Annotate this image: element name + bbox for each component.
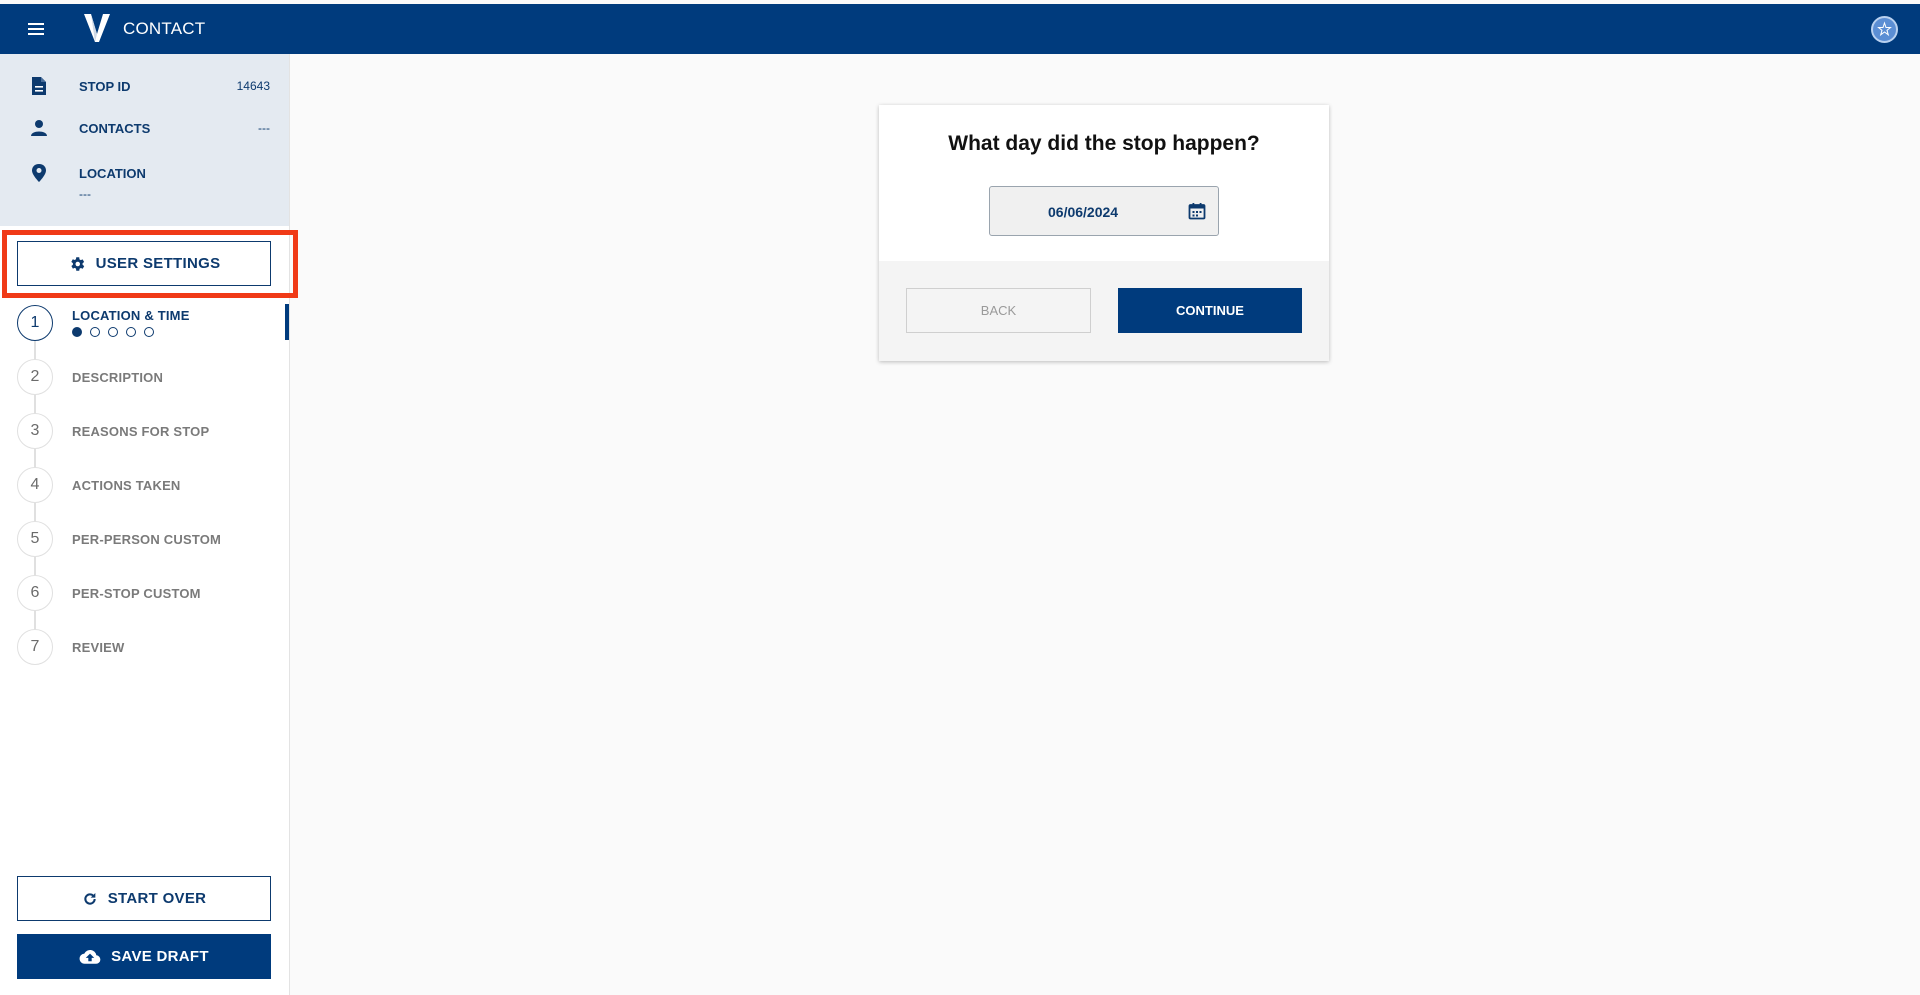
step-label: ACTIONS TAKEN bbox=[72, 478, 181, 493]
highlight-box bbox=[2, 230, 298, 298]
save-draft-label: SAVE DRAFT bbox=[111, 948, 209, 965]
substep-dot bbox=[144, 327, 154, 337]
substep-dot bbox=[90, 327, 100, 337]
location-pin-icon bbox=[32, 164, 46, 182]
location-label: LOCATION bbox=[79, 166, 146, 181]
location-value: --- bbox=[79, 187, 91, 201]
step-number: 1 bbox=[17, 305, 53, 341]
date-value: 06/06/2024 bbox=[1048, 204, 1119, 220]
step-label: REASONS FOR STOP bbox=[72, 424, 210, 439]
save-draft-button[interactable]: SAVE DRAFT bbox=[17, 934, 271, 979]
stop-id-value: 14643 bbox=[236, 79, 270, 93]
contacts-label: CONTACTS bbox=[79, 121, 151, 136]
substep-dot bbox=[72, 327, 82, 337]
step-label: REVIEW bbox=[72, 640, 125, 655]
step-reasons-for-stop[interactable]: 3 REASONS FOR STOP bbox=[0, 412, 290, 452]
step-per-person-custom[interactable]: 5 PER-PERSON CUSTOM bbox=[0, 520, 290, 560]
step-number: 4 bbox=[17, 467, 53, 503]
stop-id-label: STOP ID bbox=[79, 79, 131, 94]
step-location-time[interactable]: 1 LOCATION & TIME bbox=[0, 304, 290, 344]
start-over-label: START OVER bbox=[107, 890, 207, 907]
contacts-row: CONTACTS --- bbox=[0, 116, 290, 140]
substep-dots bbox=[72, 327, 154, 337]
step-actions-taken[interactable]: 4 ACTIONS TAKEN bbox=[0, 466, 290, 506]
stop-id-row: STOP ID 14643 bbox=[0, 74, 290, 98]
step-label: DESCRIPTION bbox=[72, 370, 164, 385]
app-title: CONTACT bbox=[123, 19, 206, 38]
contacts-value: --- bbox=[258, 121, 270, 135]
step-label: PER-PERSON CUSTOM bbox=[72, 532, 222, 547]
substep-dot bbox=[126, 327, 136, 337]
step-label: LOCATION & TIME bbox=[72, 308, 190, 323]
back-button[interactable]: BACK bbox=[906, 288, 1091, 333]
card-footer: BACK CONTINUE bbox=[879, 261, 1329, 361]
step-per-stop-custom[interactable]: 6 PER-STOP CUSTOM bbox=[0, 574, 290, 614]
continue-button[interactable]: CONTINUE bbox=[1118, 288, 1302, 333]
calendar-icon[interactable] bbox=[1188, 202, 1206, 220]
step-number: 2 bbox=[17, 359, 53, 395]
date-input[interactable]: 06/06/2024 bbox=[989, 186, 1219, 236]
v-logo-icon bbox=[84, 14, 110, 42]
step-number: 6 bbox=[17, 575, 53, 611]
question-card: What day did the stop happen? 06/06/2024… bbox=[879, 105, 1329, 361]
cloud-upload-icon bbox=[79, 949, 101, 964]
top-bar: CONTACT bbox=[0, 4, 1920, 54]
document-icon bbox=[32, 77, 46, 95]
location-row: LOCATION bbox=[0, 161, 290, 185]
stop-summary: STOP ID 14643 CONTACTS --- LOCATION --- bbox=[0, 54, 289, 226]
sidebar: STOP ID 14643 CONTACTS --- LOCATION --- … bbox=[0, 54, 298, 995]
refresh-icon bbox=[84, 892, 96, 905]
step-description[interactable]: 2 DESCRIPTION bbox=[0, 358, 290, 398]
step-label: PER-STOP CUSTOM bbox=[72, 586, 201, 601]
start-over-button[interactable]: START OVER bbox=[17, 876, 271, 921]
step-number: 5 bbox=[17, 521, 53, 557]
person-icon bbox=[31, 120, 47, 136]
step-number: 3 bbox=[17, 413, 53, 449]
question-title: What day did the stop happen? bbox=[948, 132, 1260, 155]
menu-icon[interactable] bbox=[22, 17, 50, 41]
badge-icon[interactable] bbox=[1871, 16, 1898, 43]
step-review[interactable]: 7 REVIEW bbox=[0, 628, 290, 668]
substep-dot bbox=[108, 327, 118, 337]
step-number: 7 bbox=[17, 629, 53, 665]
